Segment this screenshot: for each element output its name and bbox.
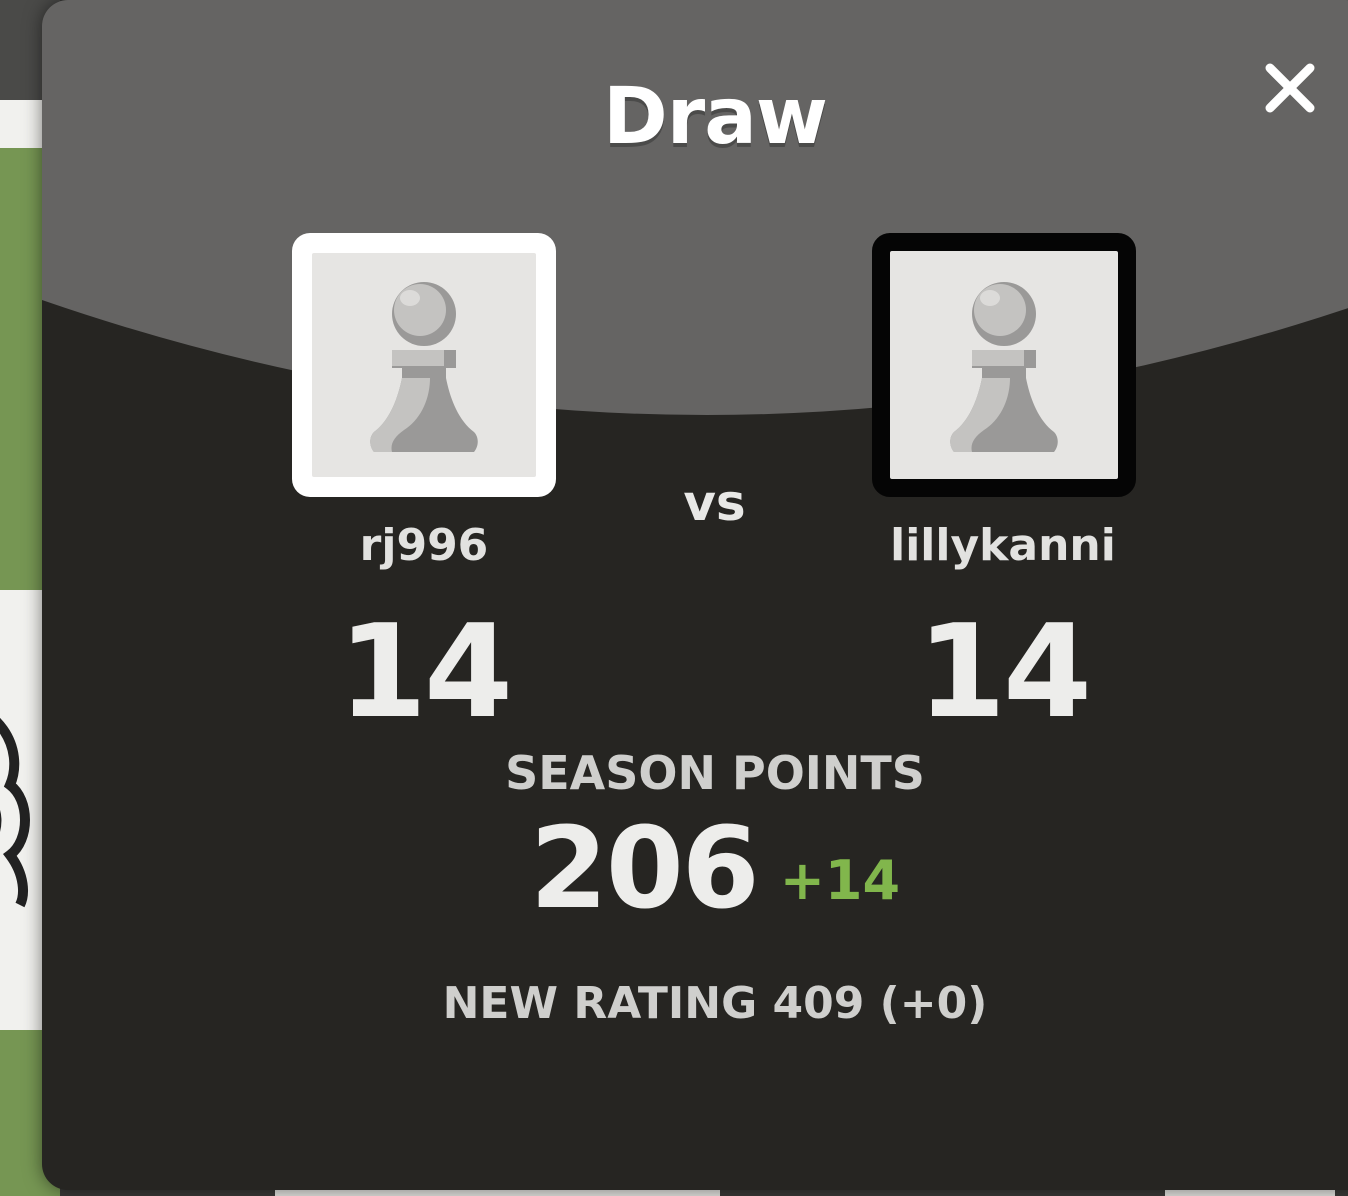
player-avatar-white[interactable] [292,233,556,497]
season-points-delta: +14 [779,849,901,912]
season-points-label: SEASON POINTS [505,746,925,800]
modal-header-background [42,0,1348,415]
pawn-icon [370,282,478,452]
background-piece-icon [0,718,30,908]
season-points-row: 206 +14 [42,804,1348,934]
player-name-right[interactable]: lillykanni [838,520,1168,571]
close-icon[interactable] [1260,58,1320,118]
new-rating: NEW RATING 409 (+0) [442,978,988,1029]
pawn-icon [950,282,1058,452]
season-points-value: 206 [529,804,760,934]
player-score-left: 14 [337,598,513,747]
player-score-right: 14 [916,598,1092,747]
player-avatar-black[interactable] [872,233,1136,497]
player-name-left[interactable]: rj996 [259,520,589,571]
result-title: Draw [603,72,828,162]
game-over-modal: Draw vs rj996 lillykanni 14 14 SEASON PO… [42,0,1348,1190]
vs-label: vs [683,474,746,532]
